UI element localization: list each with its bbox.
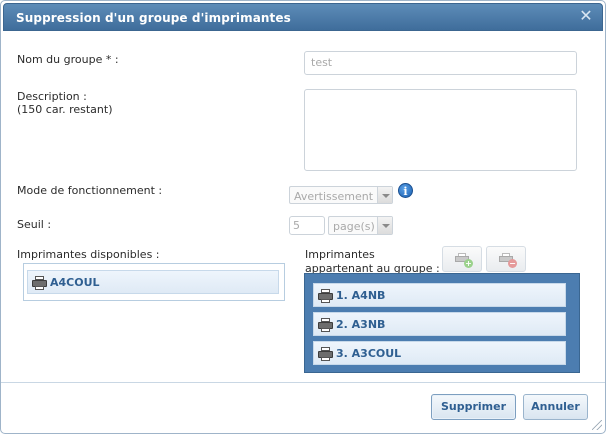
chevron-down-icon xyxy=(377,217,392,234)
dialog: Suppression d'un groupe d'imprimantes ✕ … xyxy=(0,0,606,434)
list-item[interactable]: A4COUL xyxy=(27,270,279,294)
dialog-titlebar[interactable]: Suppression d'un groupe d'imprimantes ✕ xyxy=(3,3,603,31)
threshold-input[interactable]: 5 xyxy=(289,216,325,235)
list-item[interactable]: 3. A3COUL xyxy=(313,341,566,365)
list-item[interactable]: 1. A4NB xyxy=(313,283,566,307)
group-name-label: Nom du groupe * : xyxy=(17,53,119,66)
printer-name: 1. A4NB xyxy=(336,289,386,302)
description-hint: (150 car. restant) xyxy=(17,103,113,116)
threshold-unit-select[interactable]: page(s) xyxy=(328,216,393,235)
mode-value: Avertissement xyxy=(294,190,374,203)
delete-button[interactable]: Supprimer xyxy=(431,394,516,420)
remove-printer-button[interactable]: − xyxy=(486,246,526,272)
group-name-value: test xyxy=(311,56,333,69)
resize-grip-icon[interactable] xyxy=(592,420,602,430)
printer-icon xyxy=(318,289,333,303)
list-item[interactable]: 2. A3NB xyxy=(313,312,566,336)
threshold-value: 5 xyxy=(293,219,300,232)
threshold-unit-value: page(s) xyxy=(333,220,375,233)
mode-label: Mode de fonctionnement : xyxy=(17,184,163,197)
plus-icon: + xyxy=(464,259,473,268)
member-printers-list[interactable]: 1. A4NB 2. A3NB 3. A3COUL xyxy=(304,273,580,373)
printer-name: 2. A3NB xyxy=(336,318,386,331)
printer-name: 3. A3COUL xyxy=(336,347,402,360)
printer-name: A4COUL xyxy=(50,276,100,289)
description-label: Description : xyxy=(17,90,87,103)
description-textarea[interactable] xyxy=(304,89,577,171)
printer-icon xyxy=(318,318,333,332)
cancel-button[interactable]: Annuler xyxy=(523,394,588,420)
add-printer-button[interactable]: + xyxy=(442,246,482,272)
group-name-input[interactable]: test xyxy=(304,51,577,75)
available-printers-list[interactable]: A4COUL xyxy=(23,263,285,301)
info-icon[interactable]: i xyxy=(398,183,413,198)
close-icon[interactable]: ✕ xyxy=(578,7,594,25)
minus-icon: − xyxy=(508,259,517,268)
chevron-down-icon xyxy=(377,187,392,203)
dialog-title: Suppression d'un groupe d'imprimantes xyxy=(16,11,291,25)
member-printers-label-line1: Imprimantes xyxy=(305,248,375,261)
available-printers-label: Imprimantes disponibles : xyxy=(17,248,160,261)
mode-select[interactable]: Avertissement xyxy=(289,186,393,204)
printer-icon xyxy=(318,347,333,361)
footer-divider xyxy=(1,382,605,383)
threshold-label: Seuil : xyxy=(17,218,52,231)
printer-icon xyxy=(32,276,47,290)
